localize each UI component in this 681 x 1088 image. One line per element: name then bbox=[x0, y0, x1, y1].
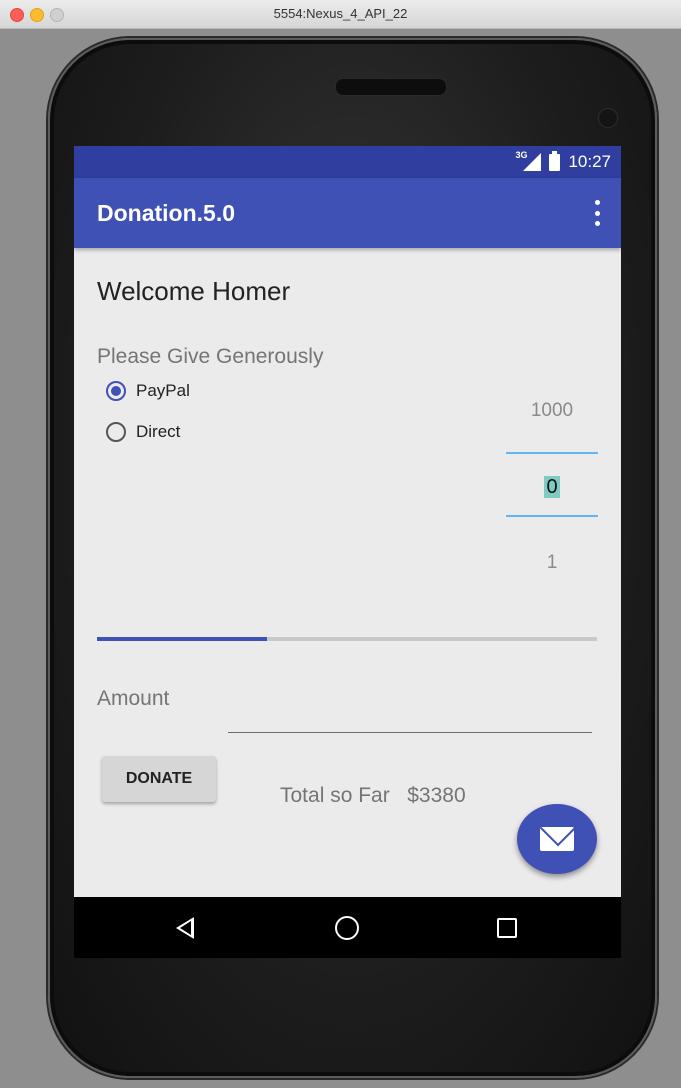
radio-paypal[interactable]: PayPal bbox=[106, 381, 190, 401]
status-time: 10:27 bbox=[568, 152, 611, 171]
app-bar: Donation.5.0 bbox=[74, 178, 621, 248]
picker-value-below[interactable]: 1 bbox=[506, 552, 598, 574]
progress-fill bbox=[97, 637, 267, 641]
device-screen: 3G 10:27 Donation.5.0 Welcome Homer Plea… bbox=[74, 146, 621, 958]
amount-label: Amount bbox=[97, 687, 170, 710]
email-fab-button[interactable] bbox=[517, 804, 597, 874]
radio-unchecked-icon bbox=[106, 422, 126, 442]
total-label: Total so Far bbox=[280, 784, 390, 807]
radio-label: Direct bbox=[136, 422, 181, 441]
radio-checked-icon bbox=[106, 381, 126, 401]
total-so-far: Total so Far $3380 bbox=[280, 784, 466, 808]
front-camera bbox=[598, 108, 618, 128]
battery-icon bbox=[549, 150, 561, 171]
welcome-text: Welcome Homer bbox=[97, 276, 291, 306]
back-icon[interactable] bbox=[176, 917, 194, 939]
total-value: $3380 bbox=[407, 784, 466, 807]
navigation-bar bbox=[74, 897, 621, 958]
window-titlebar: 5554:Nexus_4_API_22 bbox=[0, 0, 681, 29]
speaker-grille bbox=[335, 78, 447, 96]
app-title: Donation.5.0 bbox=[97, 200, 236, 226]
donate-button[interactable]: DONATE bbox=[102, 756, 216, 802]
signal-icon: 3G bbox=[515, 150, 542, 171]
picker-divider bbox=[506, 515, 598, 517]
radio-label: PayPal bbox=[136, 381, 190, 400]
picker-value-above[interactable]: 1000 bbox=[506, 400, 598, 422]
radio-direct[interactable]: Direct bbox=[106, 422, 180, 442]
donation-progress-bar bbox=[97, 637, 597, 641]
window-title: 5554:Nexus_4_API_22 bbox=[273, 6, 408, 21]
mail-icon bbox=[540, 827, 574, 851]
recents-icon[interactable] bbox=[497, 918, 517, 938]
home-icon[interactable] bbox=[335, 916, 359, 940]
amount-input[interactable] bbox=[228, 702, 592, 733]
amount-number-picker[interactable]: 1000 0 1 bbox=[506, 376, 598, 576]
status-bar: 3G 10:27 bbox=[74, 146, 621, 178]
prompt-text: Please Give Generously bbox=[97, 345, 324, 368]
more-vert-icon[interactable] bbox=[593, 200, 601, 226]
picker-current-value[interactable]: 0 bbox=[506, 476, 598, 499]
picker-divider bbox=[506, 452, 598, 454]
